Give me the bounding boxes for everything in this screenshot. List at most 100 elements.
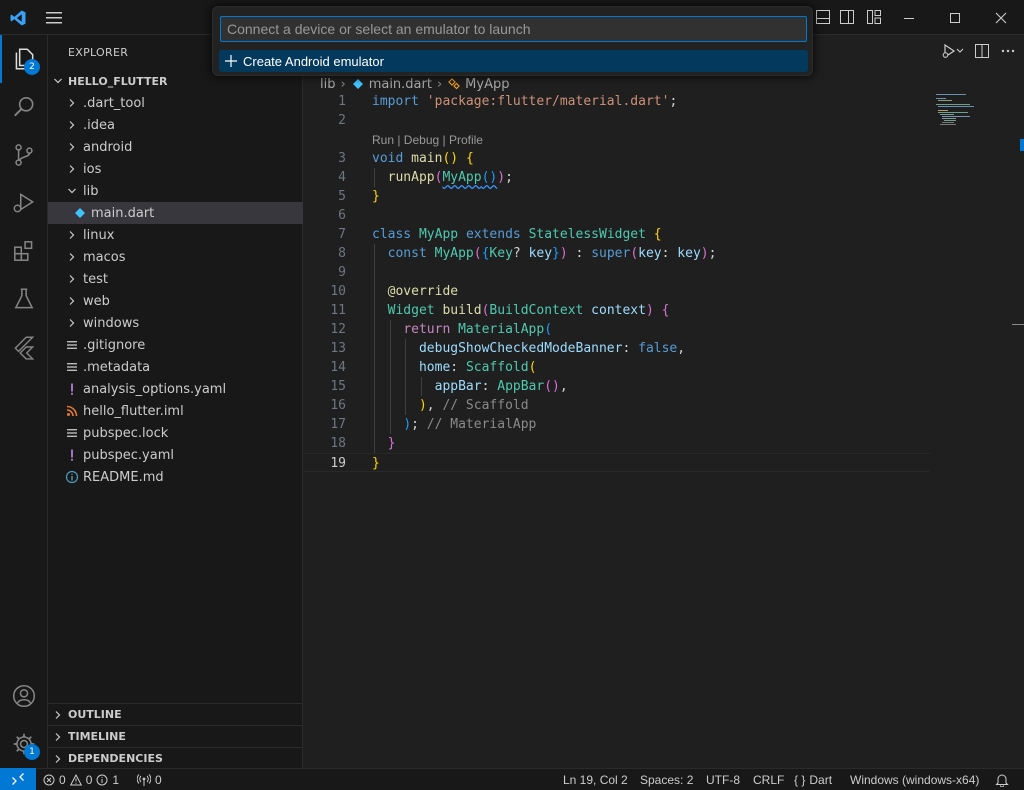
problems-indicator[interactable]: 0 0 1: [43, 769, 119, 790]
braces-icon: { }: [794, 772, 806, 787]
customize-layout-icon[interactable]: [866, 9, 882, 25]
dependencies-section[interactable]: DEPENDENCIES: [48, 747, 303, 769]
activity-accounts[interactable]: [0, 672, 48, 720]
tree-file[interactable]: .metadata: [48, 356, 303, 378]
code-token: MyApp: [442, 170, 482, 185]
tree-file[interactable]: main.dart: [48, 202, 303, 224]
extensions-icon: [14, 241, 33, 261]
menu-icon[interactable]: [44, 9, 64, 27]
remote-indicator[interactable]: [0, 768, 36, 790]
tree-folder[interactable]: linux: [48, 224, 303, 246]
ports-indicator[interactable]: 0: [137, 769, 162, 790]
close-button[interactable]: [978, 0, 1024, 35]
code-token: extends: [465, 227, 521, 242]
gitignore-file-icon: [64, 337, 80, 353]
tree-file[interactable]: pubspec.lock: [48, 422, 303, 444]
code-line: 13 debugShowCheckedModeBanner: false,: [304, 339, 944, 358]
tree-item-label: pubspec.lock: [83, 425, 169, 441]
tree-folder[interactable]: macos: [48, 246, 303, 268]
activity-run-debug[interactable]: [0, 179, 48, 227]
indentation[interactable]: Spaces: 2: [640, 769, 693, 790]
activity-manage[interactable]: 1: [0, 720, 48, 768]
encoding[interactable]: UTF-8: [706, 769, 740, 790]
notifications[interactable]: [995, 769, 1009, 790]
file-tree: .dart_tool .idea android ios lib main.dart lin…: [48, 92, 303, 488]
minimize-button[interactable]: [886, 0, 932, 35]
code-token: build: [442, 303, 482, 318]
tree-item-label: test: [83, 271, 108, 287]
breadcrumb-file[interactable]: main.dart: [369, 77, 432, 92]
code-token: main: [411, 151, 443, 166]
account-icon: [12, 684, 36, 708]
broadcast-icon: [137, 773, 151, 786]
device-quick-pick: Create Android emulator: [212, 6, 813, 76]
codelens[interactable]: Run | Debug | Profile: [304, 130, 944, 149]
tree-folder[interactable]: ios: [48, 158, 303, 180]
tree-item-label: analysis_options.yaml: [83, 381, 227, 397]
tree-folder[interactable]: .idea: [48, 114, 303, 136]
activity-extensions[interactable]: [0, 227, 48, 275]
encoding-label: UTF-8: [706, 772, 740, 787]
tree-folder[interactable]: lib: [48, 180, 303, 202]
activity-testing[interactable]: [0, 275, 48, 323]
tree-folder[interactable]: .dart_tool: [48, 92, 303, 114]
tree-folder[interactable]: android: [48, 136, 303, 158]
eol-label: CRLF: [753, 772, 785, 787]
tree-item-label: .gitignore: [83, 337, 146, 353]
chevron-right-icon: [64, 293, 80, 309]
code-line: 1 import 'package:flutter/material.dart';: [304, 92, 944, 111]
timeline-section[interactable]: TIMELINE: [48, 725, 303, 747]
code-token: Scaffold: [465, 360, 529, 375]
run-dropdown-icon[interactable]: [942, 43, 964, 59]
breadcrumb-folder[interactable]: lib: [320, 77, 335, 92]
code-editor[interactable]: 1 import 'package:flutter/material.dart';…: [304, 92, 944, 472]
minimap[interactable]: [934, 92, 1004, 142]
search-icon: [14, 96, 34, 117]
tree-file[interactable]: .gitignore: [48, 334, 303, 356]
close-icon: [995, 12, 1007, 23]
tree-item-label: ios: [83, 161, 102, 177]
split-editor-icon[interactable]: [974, 43, 990, 59]
activity-explorer[interactable]: 2: [0, 35, 48, 83]
line-endings[interactable]: CRLF: [753, 769, 784, 790]
tree-item-label: hello_flutter.iml: [83, 403, 184, 419]
breadcrumb-symbol[interactable]: MyApp: [465, 77, 509, 92]
more-actions-icon[interactable]: [1000, 43, 1016, 59]
tree-file[interactable]: README.md: [48, 466, 303, 488]
line-number: 12: [330, 322, 346, 337]
tree-folder[interactable]: windows: [48, 312, 303, 334]
code-token: Widget: [387, 303, 435, 318]
cursor-position[interactable]: Ln 19, Col 2: [563, 769, 628, 790]
tree-item-label: web: [83, 293, 110, 309]
tree-file[interactable]: hello_flutter.iml: [48, 400, 303, 422]
codelens-run-debug-profile[interactable]: Run | Debug | Profile: [372, 130, 483, 151]
source-control-icon: [15, 144, 33, 166]
activity-flutter[interactable]: [0, 323, 48, 371]
cursor-position-label: Ln 19, Col 2: [563, 772, 628, 787]
dart-file-icon: [72, 205, 88, 221]
create-android-emulator-option[interactable]: Create Android emulator: [219, 50, 808, 72]
line-number: 3: [338, 151, 346, 166]
code-line: 2: [304, 111, 944, 130]
flutter-icon: [14, 336, 35, 360]
toggle-secondary-sidebar-icon[interactable]: [839, 9, 855, 25]
maximize-button[interactable]: [932, 0, 978, 35]
language-mode[interactable]: { } Dart: [794, 769, 832, 790]
chevron-right-icon: [48, 754, 68, 764]
code-line: 7 class MyApp extends StatelessWidget {: [304, 225, 944, 244]
activity-search[interactable]: [0, 83, 48, 131]
toggle-panel-icon[interactable]: [815, 9, 831, 25]
code-token: runApp: [387, 170, 435, 185]
bell-icon: [995, 774, 1009, 787]
code-token: key: [677, 246, 701, 261]
tree-file[interactable]: pubspec.yaml: [48, 444, 303, 466]
quick-pick-input[interactable]: [220, 16, 807, 42]
activity-source-control[interactable]: [0, 131, 48, 179]
flutter-device-selector[interactable]: Windows (windows-x64): [850, 769, 979, 790]
chevron-right-icon: ›: [436, 76, 443, 92]
tree-folder[interactable]: test: [48, 268, 303, 290]
tree-file[interactable]: analysis_options.yaml: [48, 378, 303, 400]
outline-section[interactable]: OUTLINE: [48, 703, 303, 725]
tree-folder[interactable]: web: [48, 290, 303, 312]
error-icon: [43, 774, 55, 785]
